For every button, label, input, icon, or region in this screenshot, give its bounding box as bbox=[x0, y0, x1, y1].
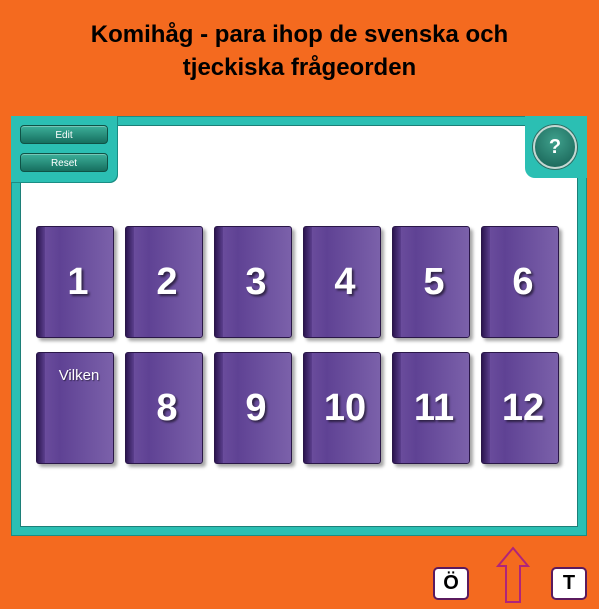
up-arrow-icon[interactable] bbox=[496, 546, 530, 604]
reset-button[interactable]: Reset bbox=[20, 153, 108, 172]
card-number: 12 bbox=[501, 386, 545, 429]
card-number: 2 bbox=[156, 260, 178, 303]
memory-card[interactable]: 2 bbox=[125, 226, 203, 338]
title-line-2: tjeckiska frågeorden bbox=[182, 54, 417, 81]
letter-t-button[interactable]: T bbox=[551, 567, 587, 600]
memory-card[interactable]: 8 bbox=[125, 352, 203, 464]
card-number: 4 bbox=[334, 260, 356, 303]
help-button[interactable]: ? bbox=[533, 125, 577, 169]
card-number: 11 bbox=[413, 386, 455, 429]
card-number: 8 bbox=[156, 386, 178, 429]
memory-card[interactable]: 4 bbox=[303, 226, 381, 338]
page-title: Komihåg - para ihop de svenska och tjeck… bbox=[0, 18, 599, 84]
title-line-1: Komihåg - para ihop de svenska och bbox=[90, 21, 509, 48]
card-number: 5 bbox=[423, 260, 445, 303]
memory-card[interactable]: 3 bbox=[214, 226, 292, 338]
memory-card[interactable]: 10 bbox=[303, 352, 381, 464]
memory-card-revealed[interactable]: Vilken bbox=[36, 352, 114, 464]
memory-card[interactable]: 11 bbox=[392, 352, 470, 464]
card-number: 6 bbox=[512, 260, 534, 303]
edit-button[interactable]: Edit bbox=[20, 125, 108, 144]
card-number: 10 bbox=[323, 386, 367, 429]
memory-card[interactable]: 1 bbox=[36, 226, 114, 338]
card-number: 3 bbox=[245, 260, 267, 303]
memory-card[interactable]: 12 bbox=[481, 352, 559, 464]
card-word: Vilken bbox=[58, 367, 100, 384]
memory-card[interactable]: 6 bbox=[481, 226, 559, 338]
card-number: 1 bbox=[67, 260, 89, 303]
letter-o-button[interactable]: Ö bbox=[433, 567, 469, 600]
memory-card[interactable]: 5 bbox=[392, 226, 470, 338]
card-number: 9 bbox=[245, 386, 267, 429]
memory-card[interactable]: 9 bbox=[214, 352, 292, 464]
